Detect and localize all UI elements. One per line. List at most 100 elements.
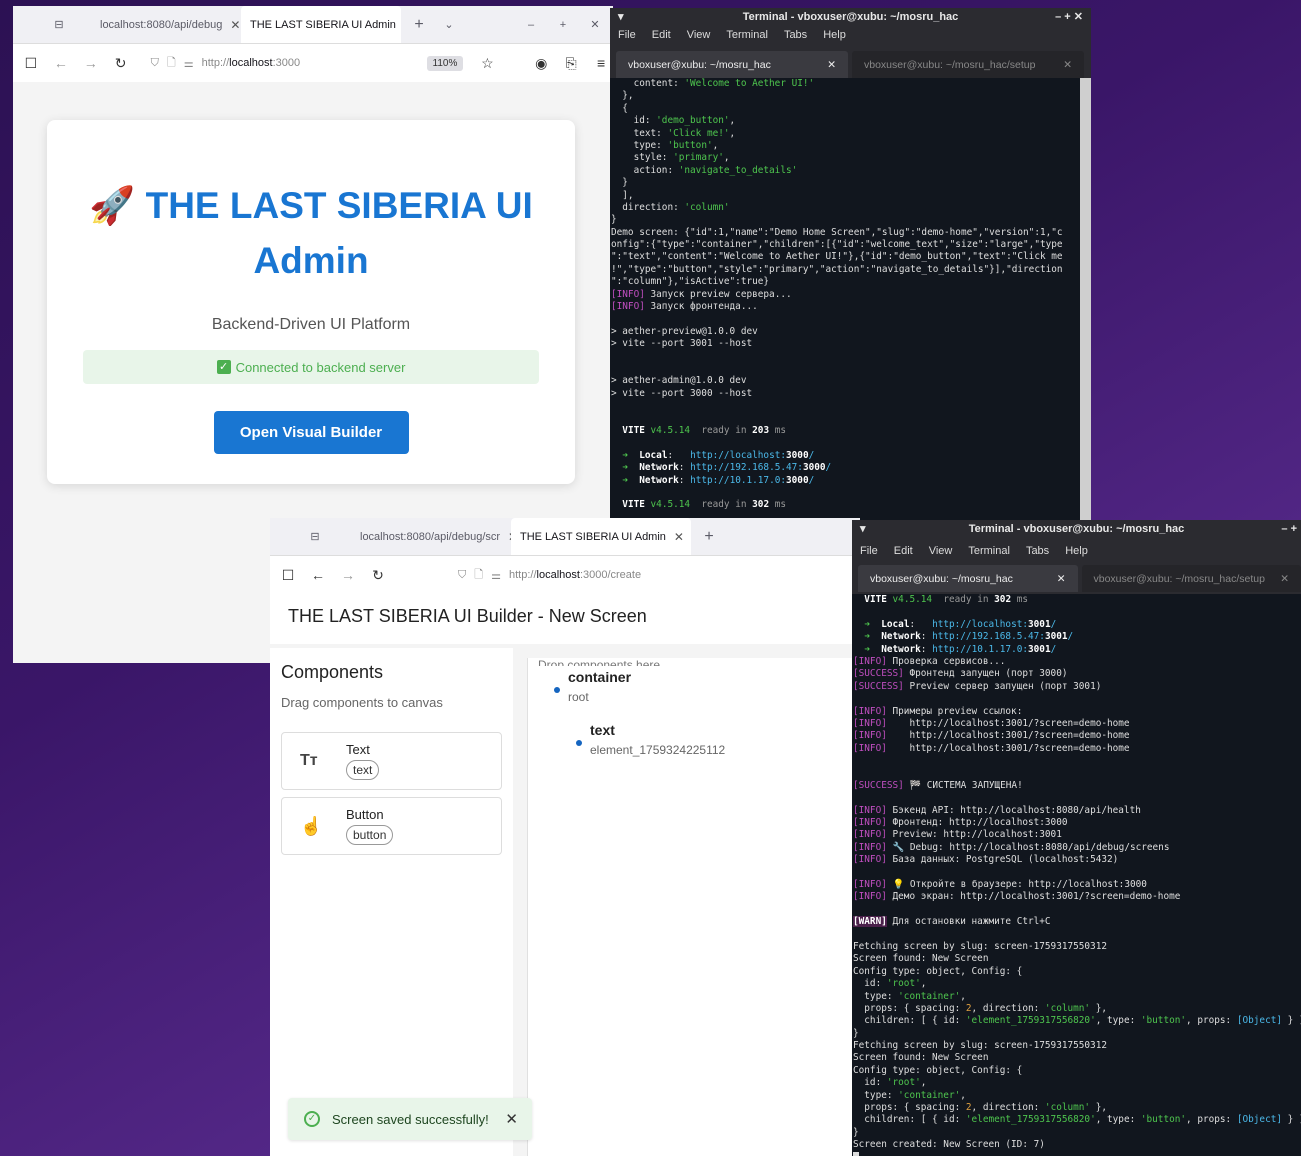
menu-terminal[interactable]: Terminal (968, 545, 1010, 557)
forward-icon[interactable]: → (336, 563, 360, 587)
terminal-line: [INFO] Проверка сервисов... (853, 655, 1006, 667)
builder-header: THE LAST SIBERIA UI Builder - New Screen (270, 594, 860, 644)
forward-icon[interactable]: → (79, 51, 103, 75)
minimize-icon[interactable]: – (519, 13, 543, 37)
terminal-line: children: [ { id: 'element_1759317556820… (853, 1114, 1301, 1126)
menu-view[interactable]: View (687, 29, 711, 41)
menu-terminal[interactable]: Terminal (726, 29, 768, 41)
window-menu-icon[interactable]: ▾ (860, 522, 866, 536)
terminal-tab-main[interactable]: vboxuser@xubu: ~/mosru_hac ✕ (858, 565, 1078, 592)
terminal-line: id: 'root', (853, 1077, 927, 1089)
menu-edit[interactable]: Edit (894, 545, 913, 557)
tab-overview-icon[interactable]: ⊟ (47, 13, 71, 37)
terminal-line: }, (611, 90, 634, 102)
terminal-line: [INFO] Запуск preview сервера... (611, 288, 792, 300)
menu-file[interactable]: File (618, 29, 636, 41)
terminal-tab-main[interactable]: vboxuser@xubu: ~/mosru_hac ✕ (616, 51, 848, 78)
window-controls[interactable]: – + (1281, 522, 1297, 536)
components-panel: Components Drag components to canvas Tт … (270, 648, 513, 1156)
menu-help[interactable]: Help (823, 29, 846, 41)
close-icon[interactable]: ✕ (230, 18, 240, 32)
tree-node-text[interactable]: text element_1759324225112 (538, 722, 860, 757)
terminal-line: > aether-preview@1.0.0 dev (611, 325, 758, 337)
terminal-line: > aether-admin@1.0.0 dev (611, 375, 747, 387)
chevron-down-icon[interactable]: ⌄ (437, 13, 461, 37)
open-visual-builder-button[interactable]: Open Visual Builder (213, 411, 409, 454)
tab-label: THE LAST SIBERIA UI Admin (520, 530, 666, 543)
close-icon[interactable]: ✕ (1280, 573, 1289, 585)
window-close-icon[interactable]: ✕ (583, 13, 607, 37)
url-bar[interactable]: ⛉ 🗋 ⚌ http://localhost:3000/create (450, 561, 850, 589)
menu-file[interactable]: File (860, 545, 878, 557)
menu-help[interactable]: Help (1065, 545, 1088, 557)
reload-icon[interactable]: ↻ (109, 51, 133, 75)
account-icon[interactable]: ◉ (529, 51, 553, 75)
terminal-line: type: 'button', (611, 139, 719, 151)
tree-node-container[interactable]: container root (538, 669, 860, 704)
tab-label: localhost:8080/api/debug (100, 18, 223, 31)
sidebar-icon[interactable]: ☐ (276, 563, 300, 587)
permissions-icon[interactable]: ⚌ (184, 57, 194, 70)
new-tab-icon[interactable]: + (407, 13, 431, 37)
terminal-line: [WARN] Для остановки нажмите Ctrl+C (853, 916, 1051, 928)
terminal-line: ], (611, 189, 634, 201)
terminal-line: [SUCCESS] Preview сервер запущен (порт 3… (853, 680, 1102, 692)
tab-admin[interactable]: THE LAST SIBERIA UI Admin✕ (241, 6, 401, 43)
maximize-icon[interactable]: + (551, 13, 575, 37)
back-icon[interactable]: ← (306, 563, 330, 587)
close-icon[interactable]: ✕ (674, 530, 684, 544)
close-icon[interactable]: ✕ (505, 1110, 518, 1128)
menu-tabs[interactable]: Tabs (784, 29, 807, 41)
url-bar[interactable]: ⛉ 🗋 ⚌ http://localhost:3000 110% (142, 49, 472, 77)
rocket-icon: 🚀 (89, 185, 136, 226)
component-button[interactable]: ☝ Button button (281, 797, 502, 855)
toast-success: ✓ Screen saved successfully! ✕ (288, 1098, 532, 1140)
permissions-icon[interactable]: ⚌ (491, 569, 501, 582)
zoom-level[interactable]: 110% (426, 55, 464, 71)
bookmark-star-icon[interactable]: ☆ (475, 51, 499, 75)
browser-tabbar: ⊟ localhost:8080/api/debug/scr✕ THE LAST… (270, 518, 860, 556)
terminal-line: props: { spacing: 2, direction: 'column'… (853, 1002, 1108, 1014)
window-controls[interactable]: – + ✕ (1055, 10, 1083, 24)
terminal-tab-setup[interactable]: vboxuser@xubu: ~/mosru_hac/setup ✕ (852, 51, 1084, 78)
window-menu-icon[interactable]: ▾ (618, 10, 624, 24)
component-tag: button (346, 825, 394, 845)
shield-icon[interactable]: ⛉ (458, 569, 466, 582)
url-text: http://localhost:3000 (201, 57, 301, 69)
component-text[interactable]: Tт Text text (281, 732, 502, 790)
menu-view[interactable]: View (929, 545, 953, 557)
back-icon[interactable]: ← (49, 51, 73, 75)
close-icon[interactable]: ✕ (827, 59, 836, 71)
text-format-icon: Tт (300, 752, 318, 769)
sidebar-icon[interactable]: ☐ (19, 51, 43, 75)
shield-icon[interactable]: ⛉ (151, 57, 159, 70)
tab-debug[interactable]: localhost:8080/api/debug/scr✕ (351, 518, 511, 555)
terminal-line: onfig":{"type":"container","children":[{… (611, 239, 1063, 251)
terminal-line: VITE v4.5.14 ready in 302 ms (622, 499, 787, 511)
reload-icon[interactable]: ↻ (366, 563, 390, 587)
terminal-line: [SUCCESS] 🏁 СИСТЕМА ЗАПУЩЕНА! (853, 779, 1023, 791)
tab-overview-icon[interactable]: ⊟ (303, 525, 327, 549)
terminal-output[interactable]: VITE v4.5.14 ready in 302 ms ➜ Local: ht… (852, 594, 1301, 1156)
menu-tabs[interactable]: Tabs (1026, 545, 1049, 557)
extensions-icon[interactable]: ⎘ (559, 51, 583, 75)
terminal-line: id: 'demo_button', (611, 115, 736, 127)
menu-edit[interactable]: Edit (652, 29, 671, 41)
tab-debug[interactable]: localhost:8080/api/debug ✕ (91, 6, 241, 43)
canvas-panel[interactable]: Drop components here container root text e… (527, 658, 860, 1156)
tab-admin[interactable]: THE LAST SIBERIA UI Admin ✕ (511, 518, 691, 555)
new-tab-icon[interactable]: + (697, 525, 721, 549)
terminal-line: [INFO] Запуск фронтенда... (611, 301, 758, 313)
terminal-scrollbar[interactable] (1080, 78, 1091, 523)
close-icon[interactable]: ✕ (1063, 59, 1072, 71)
terminal-tab-setup[interactable]: vboxuser@xubu: ~/mosru_hac/setup ✕ (1081, 565, 1301, 592)
terminal-line: [INFO] 💡 Откройте в браузере: http://loc… (853, 878, 1147, 890)
close-icon[interactable]: ✕ (1057, 573, 1066, 585)
terminal-output[interactable]: content: 'Welcome to Aether UI!' }, { id… (610, 78, 1080, 523)
